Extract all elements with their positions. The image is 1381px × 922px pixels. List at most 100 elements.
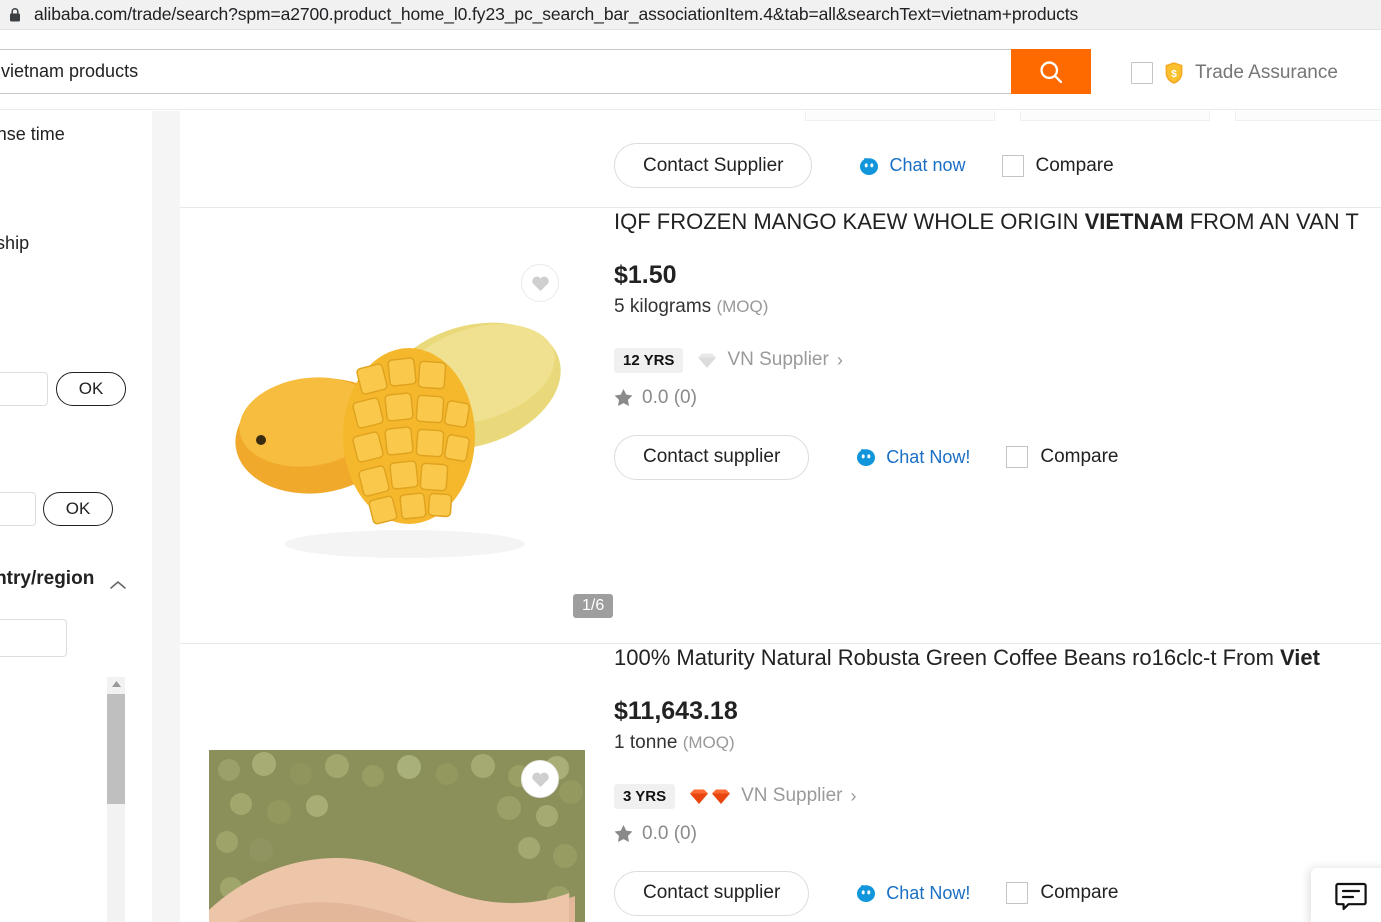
price-ok-button-2[interactable]: OK (43, 492, 113, 526)
country-item[interactable]: Bangladesh (0, 800, 80, 839)
product-info: 100% Maturity Natural Robusta Green Coff… (614, 644, 1381, 916)
trade-assurance-filter[interactable]: $ Trade Assurance (1131, 61, 1338, 85)
compare-label: Compare (1040, 446, 1119, 468)
supplier-name: VN Supplier (741, 785, 843, 807)
compare-checkbox[interactable] (1001, 154, 1024, 177)
green-coffee-beans-product-image[interactable] (209, 722, 585, 922)
country-item[interactable]: Australia (0, 722, 80, 761)
search-box[interactable] (0, 49, 1012, 94)
chat-now-link[interactable]: Chat Now! (855, 446, 970, 468)
compare-toggle[interactable]: Compare (1006, 882, 1119, 905)
site-search-header: $ Trade Assurance (0, 31, 1381, 110)
country-search-input[interactable] (0, 619, 67, 657)
product-title[interactable]: IQF FROZEN MANGO KAEW WHOLE ORIGIN VIETN… (614, 208, 1381, 237)
trade-assurance-label: Trade Assurance (1195, 62, 1338, 83)
product-price: $11,643.18 (614, 696, 738, 725)
contact-supplier-button[interactable]: Contact supplier (614, 870, 810, 916)
alitalk-chat-icon (857, 449, 876, 467)
country-item[interactable]: India (0, 761, 80, 800)
chat-now-link[interactable]: Chat now (858, 155, 966, 177)
moq-quantity: 1 tonne (614, 731, 678, 753)
rating-row: 0.0 (0) (614, 387, 1381, 409)
moq-label: (MOQ) (716, 296, 769, 316)
scrollbar-thumb[interactable] (107, 694, 125, 804)
chat-now-label: Chat now (889, 155, 966, 175)
product-title[interactable]: 100% Maturity Natural Robusta Green Coff… (614, 644, 1381, 673)
url-text: alibaba.com/trade/search?spm=a2700.produ… (34, 4, 1079, 24)
product-actions: Contact supplier Chat Now! Compare (614, 434, 1381, 480)
star-icon (614, 389, 633, 407)
supplier-chevron-right-icon: › (850, 785, 857, 806)
supplier-row[interactable]: 3 YRS VN Supplier › (614, 783, 1381, 809)
rating-value: 0.0 (0) (642, 822, 697, 844)
svg-text:$: $ (1171, 69, 1177, 80)
trade-assurance-checkbox[interactable] (1131, 62, 1153, 84)
search-input[interactable] (0, 50, 1012, 93)
compare-toggle[interactable]: Compare (1006, 446, 1119, 469)
product-image-wrapper[interactable]: 1/6 (209, 226, 614, 618)
filter-dropship-label: Ready to Dropship (0, 233, 30, 253)
heart-icon (531, 276, 549, 291)
favorite-button[interactable] (521, 760, 559, 798)
supplier-diamond-rating (689, 788, 731, 805)
favorite-button[interactable] (521, 264, 559, 302)
country-item[interactable]: Vietnam (0, 683, 80, 722)
filter-response-time-label: Average response time (0, 124, 65, 144)
product-card[interactable]: 100% Maturity Natural Robusta Green Coff… (180, 644, 1381, 922)
supplier-chevron-right-icon: › (836, 349, 843, 370)
price-min-input[interactable] (0, 372, 48, 406)
compare-toggle[interactable]: Compare (1001, 154, 1114, 177)
chat-now-label: Chat Now! (886, 882, 971, 903)
moq-label: (MOQ) (682, 732, 735, 752)
contact-supplier-button[interactable]: Contact supplier (614, 434, 810, 480)
diamond-icon (698, 353, 717, 368)
product-card[interactable]: 1/6 IQF FROZEN MANGO KAEW WHOLE ORIGIN V… (180, 208, 1381, 643)
product-title-part1: 100% Maturity Natural Robusta Green Coff… (614, 645, 1281, 670)
product-title-highlight: VIETNAM (1084, 209, 1184, 234)
price-ok-button-1[interactable]: OK (56, 372, 126, 406)
alitalk-chat-icon (860, 157, 879, 175)
product-info: IQF FROZEN MANGO KAEW WHOLE ORIGIN VIETN… (614, 208, 1381, 480)
message-bubble-icon (1335, 882, 1367, 911)
price-max-input[interactable] (0, 492, 36, 526)
page-root: alibaba.com/trade/search?spm=a2700.produ… (0, 0, 1381, 922)
search-button[interactable] (1011, 49, 1091, 94)
chat-now-label: Chat Now! (886, 446, 971, 467)
rating-value: 0.0 (0) (642, 386, 697, 408)
product-price: $1.50 (614, 260, 677, 289)
compare-label: Compare (1040, 882, 1119, 904)
partial-product-actions: Contact Supplier Chat now Compare (614, 143, 1114, 188)
contact-supplier-button[interactable]: Contact Supplier (614, 143, 813, 188)
product-title-part2: FROM AN VAN T (1183, 209, 1359, 234)
supplier-years-badge: 3 YRS (614, 783, 676, 809)
sidebar-content-gap (152, 111, 180, 922)
supplier-diamond-rating (697, 352, 717, 369)
chat-now-link[interactable]: Chat Now! (855, 882, 970, 904)
rating-row: 0.0 (0) (614, 823, 1381, 845)
product-moq: 1 tonne (MOQ) (614, 732, 1381, 754)
product-title-part1: IQF FROZEN MANGO KAEW WHOLE ORIGIN (614, 209, 1085, 234)
supplier-row[interactable]: 12 YRS VN Supplier › (614, 347, 1381, 373)
filter-chip-remnant (1235, 111, 1381, 121)
floating-chat-widget[interactable] (1311, 868, 1381, 922)
product-image-wrapper[interactable] (209, 722, 585, 922)
diamond-icon (712, 789, 731, 804)
product-moq: 5 kilograms (MOQ) (614, 296, 1381, 318)
filter-chip-remnant (1020, 111, 1210, 121)
scroll-up-arrow-icon[interactable] (107, 677, 125, 691)
compare-checkbox[interactable] (1006, 882, 1029, 905)
supplier-name: VN Supplier (727, 349, 829, 371)
star-icon (614, 825, 633, 843)
sidebar-scrollbar[interactable] (107, 677, 125, 922)
magnifier-icon (1040, 60, 1063, 83)
diamond-icon (690, 789, 709, 804)
filter-chip-remnant (805, 111, 995, 121)
country-item[interactable]: Belgium (0, 839, 80, 878)
filters-sidebar: Average response time Features Ready to … (0, 111, 152, 922)
image-counter-badge: 1/6 (573, 594, 614, 618)
browser-url-bar[interactable]: alibaba.com/trade/search?spm=a2700.produ… (0, 0, 1381, 30)
chevron-up-icon[interactable] (108, 578, 128, 597)
compare-label: Compare (1035, 154, 1114, 176)
compare-checkbox[interactable] (1006, 446, 1029, 469)
search-results-content: Contact Supplier Chat now Compare 1/6 IQ… (180, 111, 1381, 922)
